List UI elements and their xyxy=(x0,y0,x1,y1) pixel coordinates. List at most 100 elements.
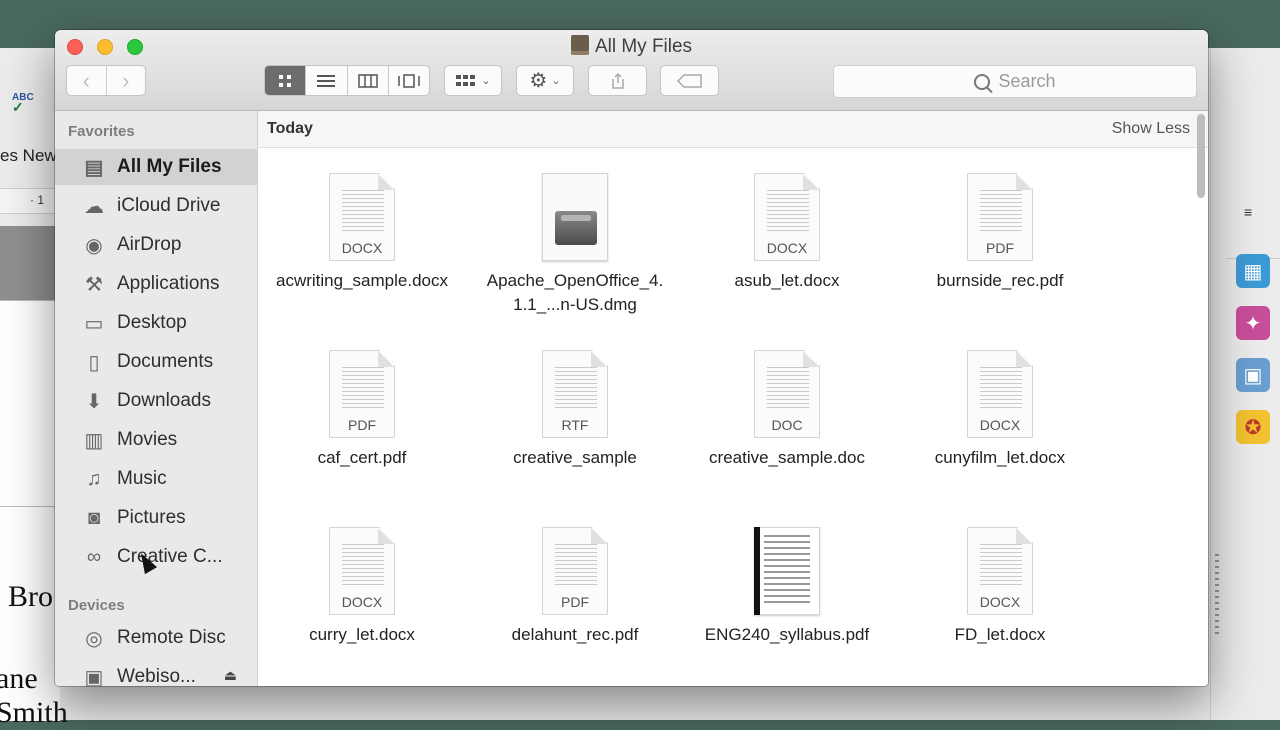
creative-cloud-icon: ∞ xyxy=(86,545,102,568)
file-item[interactable]: DOC creative_sample.doc xyxy=(687,350,887,470)
sidebar-item-desktop[interactable]: ▭ Desktop xyxy=(55,305,257,341)
sidebar-item-label: Creative C... xyxy=(117,546,223,567)
document-page[interactable] xyxy=(0,300,60,721)
file-name: Apache_OpenOffice_4.1.1_...n-US.dmg xyxy=(486,271,664,314)
sidebar-item-label: Documents xyxy=(117,351,214,372)
file-name: FD_let.docx xyxy=(954,625,1046,644)
eject-icon[interactable]: ⏏ xyxy=(224,667,237,684)
action-button[interactable]: ⚙ ⌄ xyxy=(516,65,574,96)
search-placeholder: Search xyxy=(998,71,1056,91)
media-icon[interactable]: ✦ xyxy=(1236,306,1270,340)
scrollbar[interactable] xyxy=(1197,114,1205,198)
file-item[interactable]: DOCX asub_let.docx xyxy=(687,173,887,293)
page-gutter xyxy=(0,226,60,300)
sidebar-item-remote-disc[interactable]: ◎ Remote Disc xyxy=(55,620,257,656)
sidebar-item-airdrop[interactable]: ◉ AirDrop xyxy=(55,227,257,263)
file-type-label: DOCX xyxy=(979,417,1021,433)
title-bar[interactable]: All My Files ‹ › ⌄ ⚙ ⌄ Search xyxy=(55,30,1208,111)
tag-button[interactable] xyxy=(660,65,719,96)
camera-icon: ◙ xyxy=(87,506,101,529)
disc-icon: ◎ xyxy=(85,627,103,650)
sidebar-item-music[interactable]: ♫ Music xyxy=(55,461,257,497)
share-icon xyxy=(611,72,624,89)
window-title: All My Files xyxy=(55,35,1208,58)
file-name: creative_sample.doc xyxy=(709,448,865,467)
list-icon[interactable]: ≡ xyxy=(1244,204,1252,220)
file-item[interactable]: RTF creative_sample xyxy=(475,350,675,470)
file-browser: Today Show Less DOCX acwriting_sample.do… xyxy=(258,111,1208,686)
pdf-file-icon: PDF xyxy=(542,527,608,615)
file-item[interactable]: Apache_OpenOffice_4.1.1_...n-US.dmg xyxy=(475,173,675,317)
file-item[interactable]: DOCX FD_let.docx xyxy=(900,527,1100,647)
file-type-label: DOCX xyxy=(341,594,383,610)
file-type-label: RTF xyxy=(561,417,589,433)
sidebar: Favorites ▤ All My Files ☁ iCloud Drive … xyxy=(55,111,258,686)
ruler-mark: · 1 xyxy=(30,193,45,207)
file-item[interactable]: DOCX curry_let.docx xyxy=(262,527,462,647)
resize-grip[interactable] xyxy=(1215,554,1219,634)
syllabus-pdf-icon xyxy=(754,527,820,615)
page-divider xyxy=(0,506,60,507)
file-item[interactable]: ENG240_syllabus.pdf xyxy=(687,527,887,647)
cover-flow-button[interactable] xyxy=(387,66,429,95)
ruler: · 1 xyxy=(0,188,60,214)
file-name: burnside_rec.pdf xyxy=(936,271,1064,290)
cover-flow-icon xyxy=(398,73,420,88)
file-item[interactable]: PDF delahunt_rec.pdf xyxy=(475,527,675,647)
spellcheck-icon[interactable]: ABC ✓ xyxy=(12,92,34,116)
sidebar-item-label: Movies xyxy=(117,429,178,450)
sidebar-item-all-my-files[interactable]: ▤ All My Files xyxy=(55,149,257,185)
all-my-files-icon xyxy=(570,35,589,55)
sidebar-item-label: Downloads xyxy=(117,390,211,411)
sidebar-item-documents[interactable]: ▯ Documents xyxy=(55,344,257,380)
sidebar-item-icloud-drive[interactable]: ☁ iCloud Drive xyxy=(55,188,257,224)
disk-image-icon xyxy=(542,173,608,261)
forward-button[interactable]: › xyxy=(105,66,146,95)
file-name: acwriting_sample.docx xyxy=(276,271,448,290)
search-field[interactable]: Search xyxy=(833,65,1197,98)
favorites-heading: Favorites xyxy=(68,123,135,140)
arrange-button[interactable]: ⌄ xyxy=(444,65,502,96)
file-type-label: DOCX xyxy=(766,240,808,256)
gear-icon: ⚙ xyxy=(529,70,548,92)
sidebar-item-label: Applications xyxy=(117,273,220,294)
file-item[interactable]: DOCX acwriting_sample.docx xyxy=(262,173,462,293)
column-view-button[interactable] xyxy=(346,66,388,95)
finder-window: All My Files ‹ › ⌄ ⚙ ⌄ Search Favorites … xyxy=(55,30,1208,686)
sidebar-item-applications[interactable]: ⚒ Applications xyxy=(55,266,257,302)
all-my-files-icon: ▤ xyxy=(84,156,104,179)
chevron-down-icon: ⌄ xyxy=(551,75,561,87)
icon-view-button[interactable] xyxy=(265,66,306,95)
sidebar-item-label: AirDrop xyxy=(117,234,182,255)
list-view-button[interactable] xyxy=(305,66,346,95)
file-item[interactable]: DOCX cunyfilm_let.docx xyxy=(900,350,1100,470)
group-title: Today xyxy=(267,120,313,137)
sidebar-item-label: Music xyxy=(117,468,167,489)
docx-file-icon: DOCX xyxy=(329,173,395,261)
spreadsheet-icon[interactable]: ▦ xyxy=(1236,254,1270,288)
file-type-label: PDF xyxy=(561,594,589,610)
sidebar-item-movies[interactable]: ▥ Movies xyxy=(55,422,257,458)
share-button[interactable] xyxy=(588,65,647,96)
sidebar-item-pictures[interactable]: ◙ Pictures xyxy=(55,500,257,536)
file-item[interactable]: PDF burnside_rec.pdf xyxy=(900,173,1100,293)
back-button[interactable]: ‹ xyxy=(67,66,106,95)
sidebar-item-downloads[interactable]: ⬇ Downloads xyxy=(55,383,257,419)
icon-grid-icon xyxy=(279,74,292,87)
file-type-label: PDF xyxy=(348,417,376,433)
music-icon: ♫ xyxy=(86,467,102,490)
picture-icon[interactable]: ▣ xyxy=(1236,358,1270,392)
docx-file-icon: DOCX xyxy=(967,527,1033,615)
sidebar-item-webiso[interactable]: ▣ Webiso... ⏏ xyxy=(55,659,257,686)
sidebar-item-label: All My Files xyxy=(117,156,222,177)
chevron-down-icon: ⌄ xyxy=(481,75,491,87)
show-less-button[interactable]: Show Less xyxy=(1112,120,1190,138)
list-icon xyxy=(317,74,336,87)
compass-icon[interactable]: ✪ xyxy=(1236,410,1270,444)
file-item[interactable]: PDF caf_cert.pdf xyxy=(262,350,462,470)
font-name-field[interactable]: es New xyxy=(0,146,57,166)
sidebar-item-creative-cloud[interactable]: ∞ Creative C... xyxy=(55,539,257,575)
file-name: curry_let.docx xyxy=(309,625,415,644)
sidebar-item-label: Webiso... xyxy=(117,666,196,686)
background-toolbar: ABC ✓ es New · 1 Bro ane Smith xyxy=(0,48,68,729)
